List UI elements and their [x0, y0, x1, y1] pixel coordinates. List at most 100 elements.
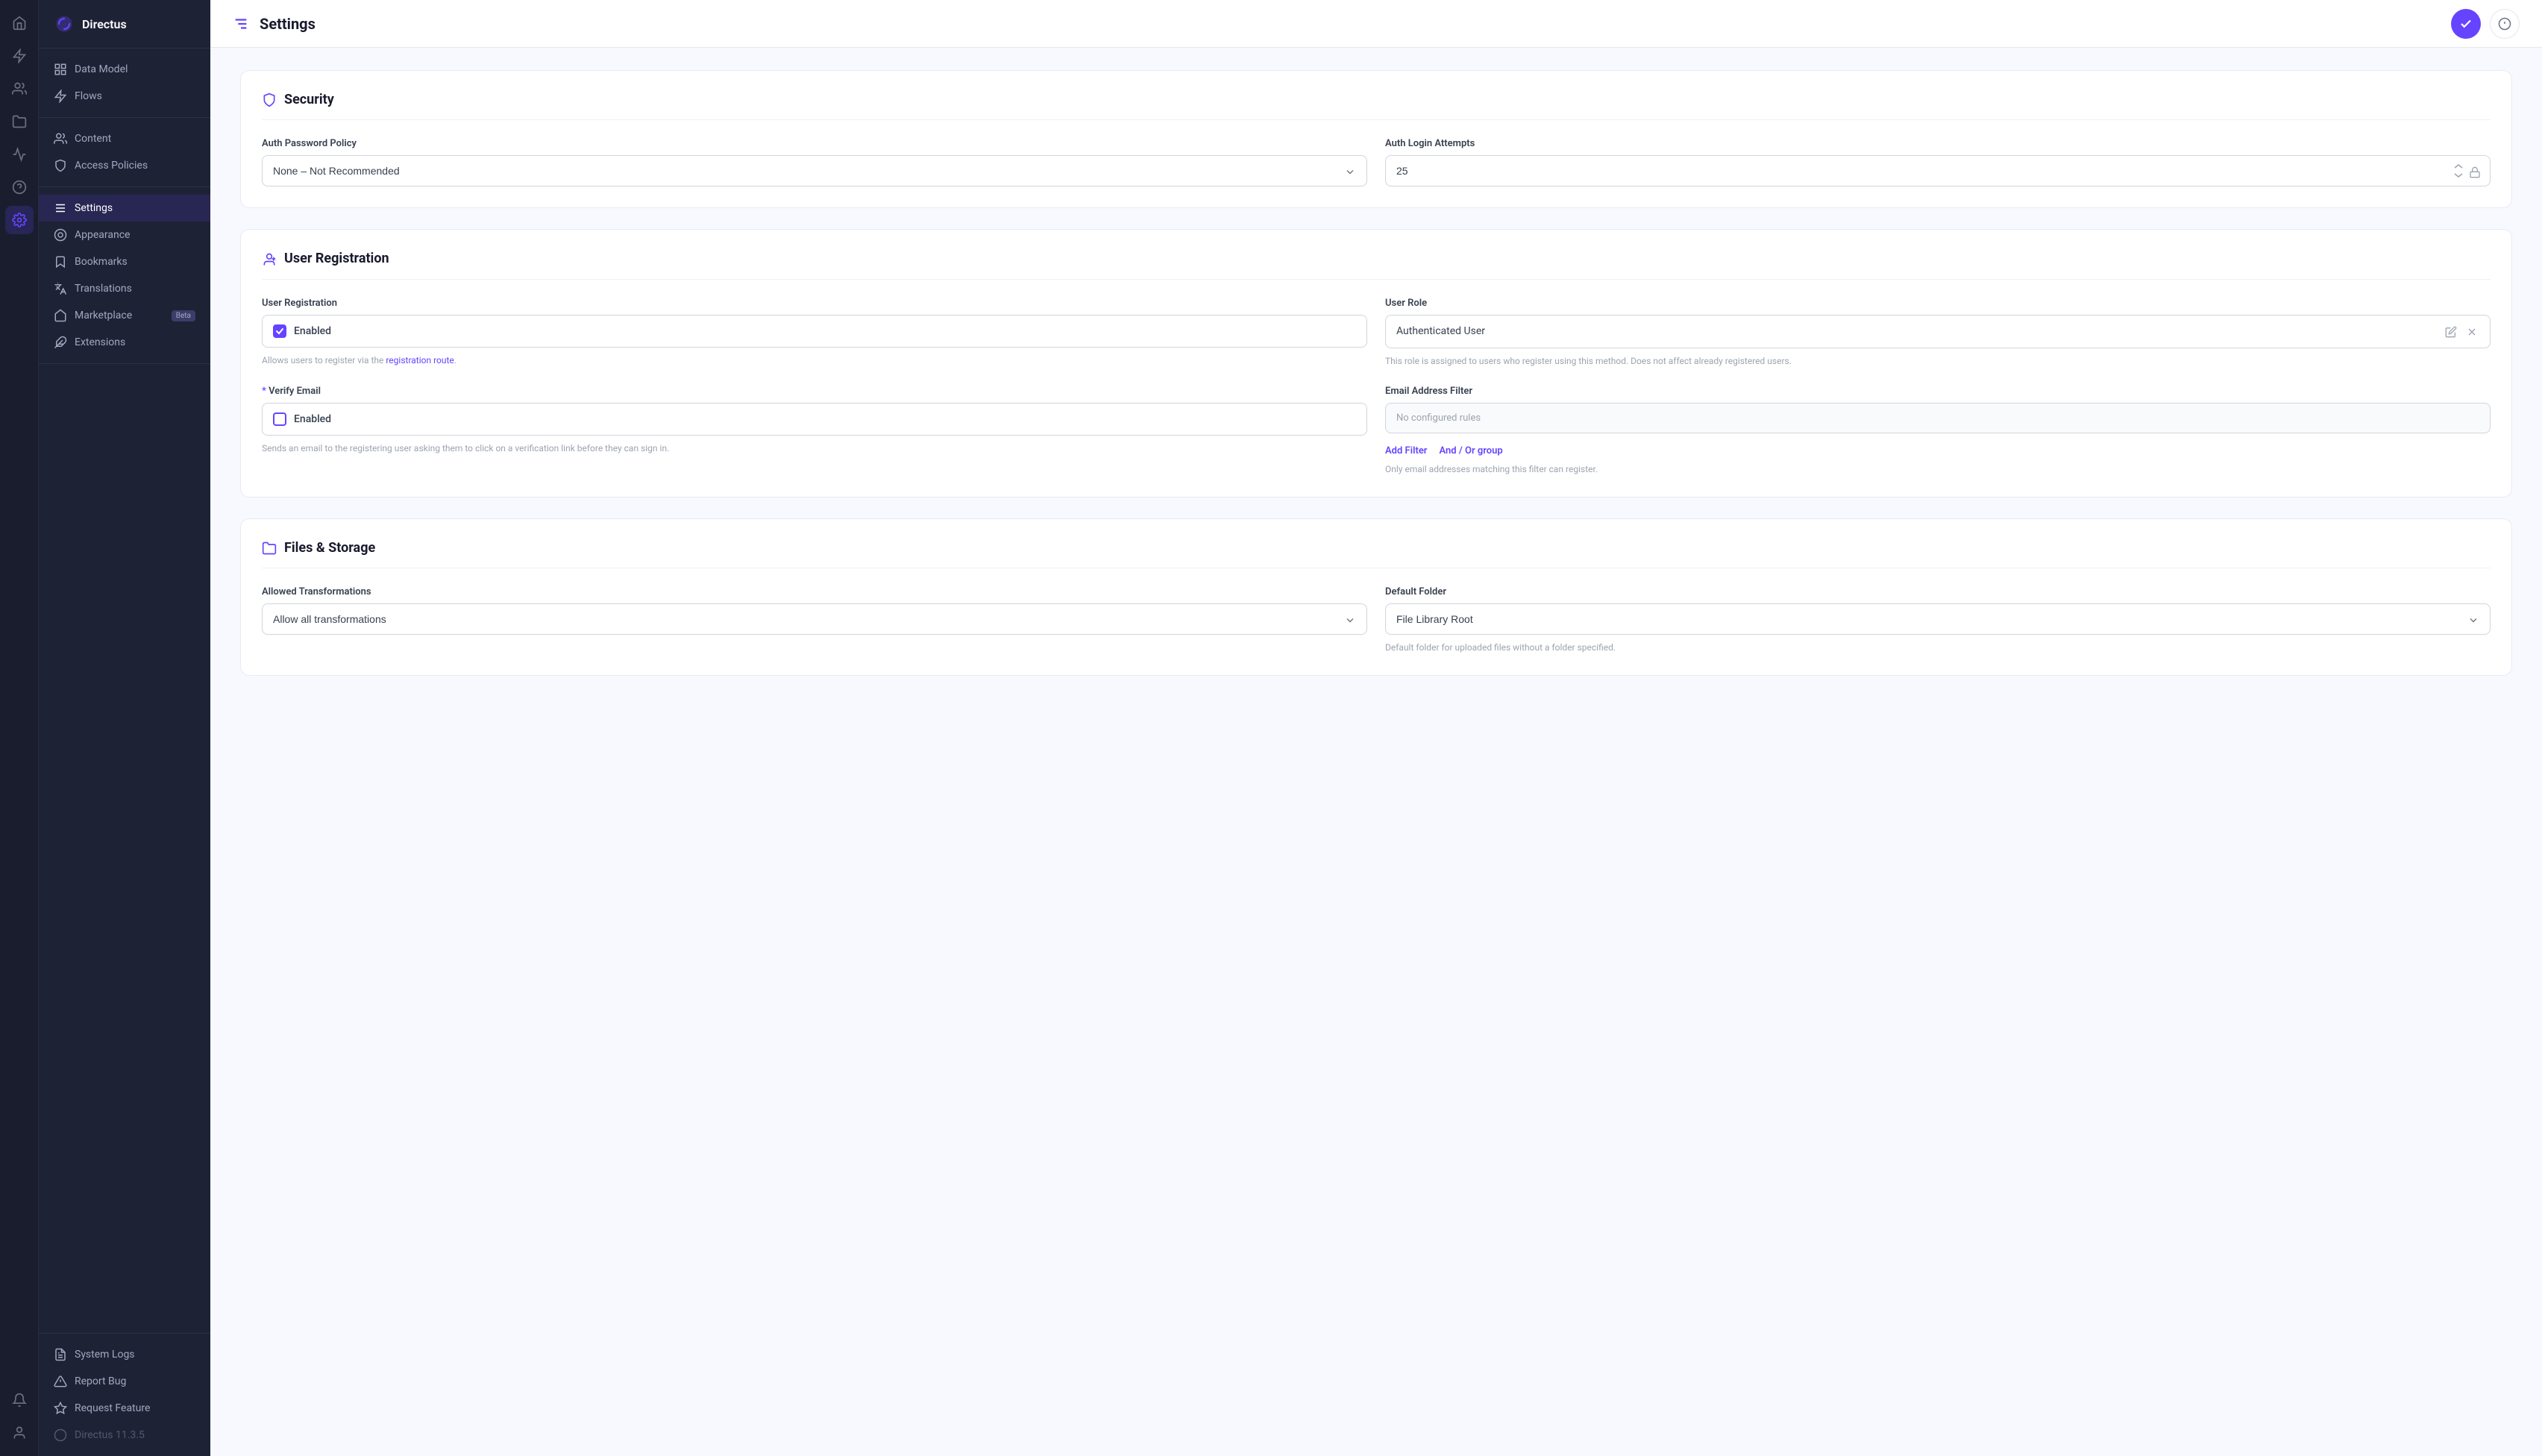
- auth-login-attempts-input[interactable]: [1386, 156, 2452, 186]
- lock-icon[interactable]: [2469, 164, 2481, 178]
- sidebar-nav-section: Data Model Flows: [39, 48, 210, 118]
- sidebar-item-system-logs[interactable]: System Logs: [39, 1341, 210, 1368]
- icon-bar-settings[interactable]: [5, 206, 34, 234]
- sidebar-item-translations[interactable]: Translations: [39, 275, 210, 302]
- user-registration-label: User Registration: [262, 298, 1367, 309]
- user-role-value: Authenticated User: [1396, 325, 1485, 337]
- icon-bar-home[interactable]: [5, 9, 34, 37]
- sidebar-item-settings[interactable]: Settings: [39, 195, 210, 222]
- auth-password-policy-select[interactable]: None – Not Recommended Weak Strong: [263, 156, 1366, 186]
- user-role-label: User Role: [1385, 298, 2491, 309]
- page-title: Settings: [260, 15, 316, 33]
- sidebar-label-system-logs: System Logs: [75, 1349, 135, 1361]
- sidebar-item-bookmarks[interactable]: Bookmarks: [39, 248, 210, 275]
- sidebar-item-user-roles[interactable]: Content: [39, 125, 210, 152]
- sidebar-item-report-bug[interactable]: Report Bug: [39, 1368, 210, 1395]
- email-address-filter-placeholder: No configured rules: [1396, 412, 1481, 424]
- icon-bar-notifications[interactable]: [5, 1386, 34, 1414]
- sidebar-item-request-feature[interactable]: Request Feature: [39, 1395, 210, 1422]
- header-settings-icon: [233, 16, 249, 32]
- auth-login-attempts-label: Auth Login Attempts: [1385, 138, 2491, 149]
- icon-bar-files[interactable]: [5, 107, 34, 136]
- sidebar-logo[interactable]: Directus: [39, 0, 210, 48]
- files-storage-grid: Allowed Transformations Allow all transf…: [262, 586, 2491, 654]
- user-role-field: User Role Authenticated User: [1385, 298, 2491, 368]
- auth-login-attempts-input-wrapper: [1385, 155, 2491, 186]
- default-folder-label: Default Folder: [1385, 586, 2491, 597]
- spinner-down[interactable]: [2452, 172, 2464, 179]
- sidebar-version: Directus 11.3.5: [39, 1422, 210, 1449]
- spinner-up[interactable]: [2452, 163, 2464, 170]
- default-folder-hint: Default folder for uploaded files withou…: [1385, 641, 2491, 654]
- save-button[interactable]: [2451, 9, 2481, 39]
- sidebar-label-settings: Settings: [75, 202, 113, 214]
- sidebar-label-bookmarks: Bookmarks: [75, 256, 128, 268]
- allowed-transformations-label: Allowed Transformations: [262, 586, 1367, 597]
- info-button[interactable]: [2490, 9, 2520, 39]
- sidebar-app-name: Directus: [82, 17, 127, 31]
- sidebar-label-extensions: Extensions: [75, 336, 125, 348]
- user-role-clear-icon[interactable]: [2464, 323, 2479, 340]
- auth-password-policy-select-wrapper: None – Not Recommended Weak Strong: [262, 155, 1367, 186]
- security-section: Security Auth Password Policy None – Not…: [240, 70, 2512, 208]
- allowed-transformations-select[interactable]: Allow all transformations None Custom: [263, 604, 1366, 634]
- verify-email-checkbox[interactable]: Enabled: [262, 403, 1367, 436]
- email-address-filter-input: No configured rules: [1385, 403, 2491, 433]
- sidebar-item-access-policies[interactable]: Access Policies: [39, 152, 210, 179]
- user-role-edit-icon[interactable]: [2444, 323, 2458, 340]
- sidebar-item-appearance[interactable]: Appearance: [39, 222, 210, 248]
- user-registration-title: User Registration: [284, 251, 389, 266]
- user-registration-checkbox[interactable]: Enabled: [262, 315, 1367, 348]
- sidebar-item-extensions[interactable]: Extensions: [39, 329, 210, 356]
- shield-icon: [262, 92, 277, 107]
- sidebar-label-access-policies: Access Policies: [75, 160, 148, 172]
- content-area: Security Auth Password Policy None – Not…: [210, 48, 2542, 1456]
- sidebar-label-marketplace: Marketplace: [75, 310, 132, 321]
- security-header: Security: [262, 92, 2491, 120]
- icon-bar-users[interactable]: [5, 75, 34, 103]
- header-left: Settings: [233, 15, 316, 33]
- sidebar-label-request-feature: Request Feature: [75, 1402, 150, 1414]
- marketplace-beta-badge: Beta: [172, 310, 195, 321]
- files-storage-header: Files & Storage: [262, 540, 2491, 568]
- icon-bar-user[interactable]: [5, 1419, 34, 1447]
- sidebar-label-user-roles: Content: [75, 133, 111, 145]
- add-filter-link[interactable]: Add Filter: [1385, 445, 1428, 456]
- spinner-buttons: [2452, 163, 2464, 179]
- user-registration-field: User Registration Enabled Allows users t…: [262, 298, 1367, 368]
- header: Settings: [210, 0, 2542, 48]
- registration-route-link[interactable]: registration route: [386, 355, 454, 365]
- allowed-transformations-field: Allowed Transformations Allow all transf…: [262, 586, 1367, 654]
- sidebar-item-marketplace[interactable]: Marketplace Beta: [39, 302, 210, 329]
- sidebar-settings-section: Settings Appearance Bookmarks Translatio…: [39, 187, 210, 364]
- sidebar-item-flows[interactable]: Flows: [39, 83, 210, 110]
- security-form-grid: Auth Password Policy None – Not Recommen…: [262, 138, 2491, 186]
- sidebar-label-appearance: Appearance: [75, 229, 130, 241]
- icon-bar-bottom: [5, 1386, 34, 1447]
- user-registration-hint-suffix: .: [454, 355, 456, 365]
- default-folder-select-wrapper: File Library Root: [1385, 603, 2491, 635]
- and-or-group-link[interactable]: And / Or group: [1440, 445, 1503, 456]
- auth-login-attempts-controls: [2452, 163, 2490, 179]
- sidebar-label-report-bug: Report Bug: [75, 1375, 126, 1387]
- verify-email-checkbox-box: [273, 412, 286, 426]
- user-registration-checkbox-box: [273, 324, 286, 338]
- sidebar-bottom: System Logs Report Bug Request Feature D…: [39, 1333, 210, 1456]
- auth-password-policy-field: Auth Password Policy None – Not Recommen…: [262, 138, 1367, 186]
- icon-bar: [0, 0, 39, 1456]
- security-title: Security: [284, 92, 334, 107]
- email-address-filter-field: Email Address Filter No configured rules…: [1385, 386, 2491, 476]
- user-registration-section: User Registration User Registration Enab…: [240, 229, 2512, 497]
- user-plus-icon: [262, 251, 277, 266]
- verify-email-enabled-label: Enabled: [294, 413, 331, 425]
- user-registration-hint-text: Allows users to register via the: [262, 355, 386, 365]
- sidebar-label-flows: Flows: [75, 90, 102, 102]
- files-storage-section: Files & Storage Allowed Transformations …: [240, 518, 2512, 676]
- icon-bar-flows[interactable]: [5, 42, 34, 70]
- icon-bar-activity[interactable]: [5, 140, 34, 169]
- icon-bar-help[interactable]: [5, 173, 34, 201]
- default-folder-select[interactable]: File Library Root: [1386, 604, 2490, 634]
- default-folder-field: Default Folder File Library Root Default…: [1385, 586, 2491, 654]
- sidebar-item-data-model[interactable]: Data Model: [39, 56, 210, 83]
- verify-email-label: Verify Email: [262, 386, 1367, 397]
